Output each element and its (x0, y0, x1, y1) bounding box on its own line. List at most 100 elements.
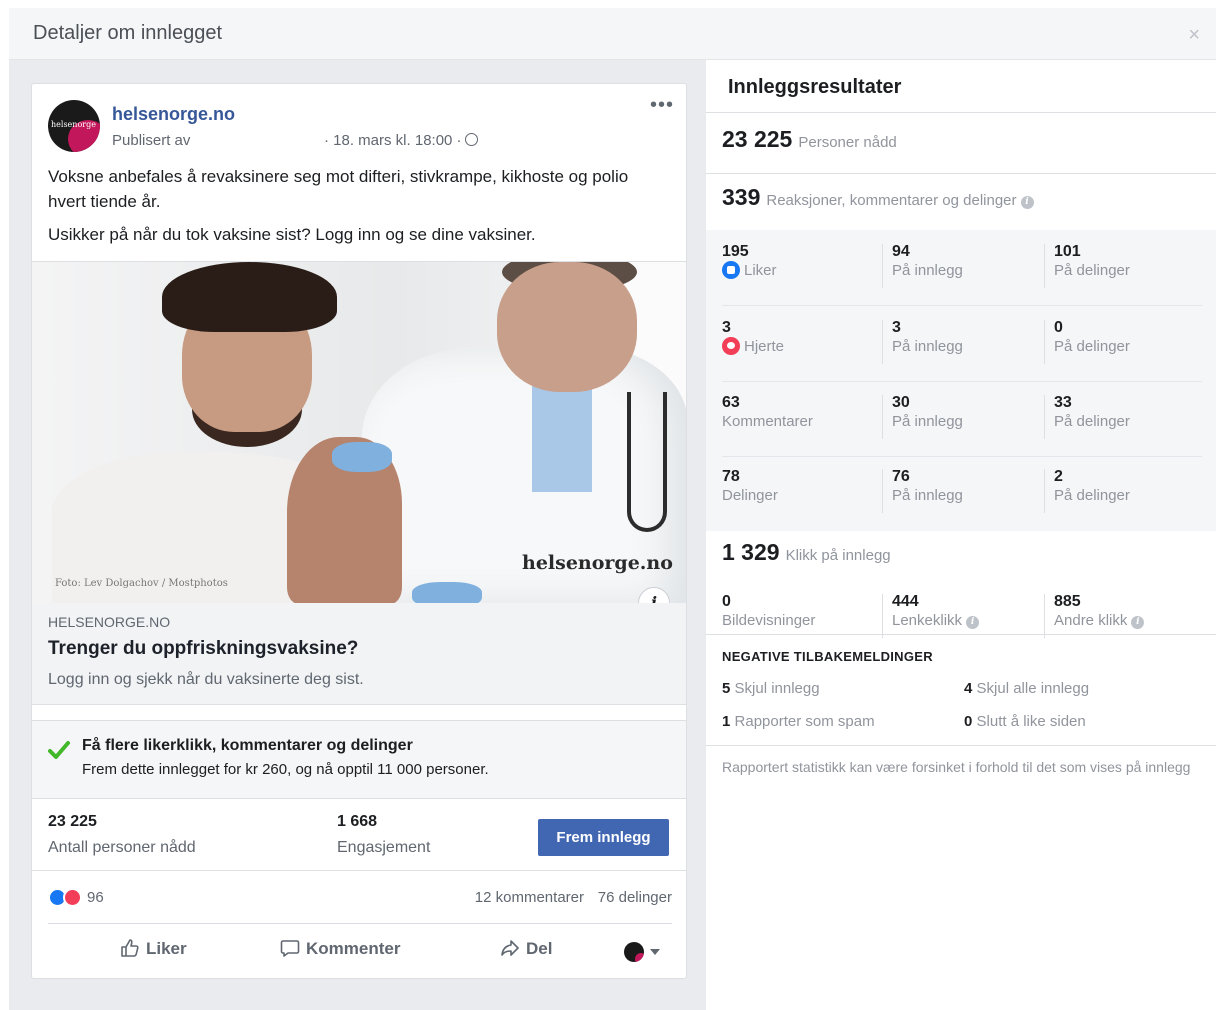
hide-post-value: 5 (722, 680, 731, 697)
shares-on-post-value: 76 (892, 468, 910, 485)
divider (722, 381, 1202, 382)
reaction-breakdown: 195 Liker 94 På innlegg 101 På delinger … (706, 230, 1216, 531)
comment-button[interactable]: Kommenter (280, 938, 400, 959)
comment-icon (280, 940, 300, 957)
hearts-on-shares-value: 0 (1054, 319, 1063, 336)
clicks-stat: 1 329 Klikk på innlegg (722, 539, 891, 566)
photo-views: 0 Bildevisninger (722, 592, 815, 630)
info-icon[interactable]: i (966, 616, 980, 629)
divider (882, 320, 883, 364)
divider (706, 634, 1216, 635)
spam-stat: 1 Rapporter som spam (722, 713, 875, 730)
close-icon[interactable]: × (1188, 24, 1200, 47)
page-avatar[interactable]: helsenorge (48, 100, 100, 152)
engagement-stat-value: 339 (722, 184, 761, 210)
likes-on-shares-value: 101 (1054, 243, 1081, 260)
comments-on-post-value: 30 (892, 394, 910, 411)
clicks-stat-value: 1 329 (722, 539, 780, 565)
post-card: helsenorge helsenorge.no Publisert av · … (31, 83, 687, 979)
link-preview[interactable]: HELSENORGE.NO Trenger du oppfriskningsva… (32, 603, 686, 705)
reach-label: Antall personer nådd (48, 839, 196, 856)
post-image[interactable]: Foto: Lev Dolgachov / Mostphotos helseno… (32, 261, 686, 603)
likes-label-text: Liker (744, 262, 777, 279)
reaction-count[interactable]: 96 (87, 889, 104, 906)
shares-on-post-label: På innlegg (892, 487, 963, 504)
shares-on-post: 76 På innlegg (892, 467, 963, 505)
comments-on-shares: 33 På delinger (1054, 393, 1130, 431)
hearts-on-shares: 0 På delinger (1054, 318, 1130, 356)
comment-count[interactable]: 12 kommentarer (475, 889, 584, 906)
other-clicks-label: Andre klikk i (1054, 611, 1145, 630)
post-date-text: · 18. mars kl. 18:00 · (324, 132, 462, 149)
link-title: Trenger du oppfriskningsvaksine? (48, 638, 359, 659)
info-icon[interactable]: i (1020, 196, 1034, 209)
comments-on-post: 30 På innlegg (892, 393, 963, 431)
likes-on-post: 94 På innlegg (892, 242, 963, 280)
other-clicks-label-text: Andre klikk (1054, 612, 1128, 629)
engagement-label: Engasjement (337, 839, 431, 856)
unlike-stat: 0 Slutt å like siden (964, 713, 1086, 730)
divider (32, 705, 686, 721)
divider (722, 305, 1202, 306)
boost-post-button[interactable]: Frem innlegg (538, 819, 669, 856)
globe-icon (464, 133, 478, 146)
likes-on-shares-label: På delinger (1054, 262, 1130, 279)
comment-button-label: Kommenter (306, 939, 401, 958)
divider (882, 594, 883, 638)
like-button[interactable]: Liker (120, 938, 187, 959)
post-timestamp[interactable]: · 18. mars kl. 18:00 · (324, 132, 478, 149)
like-button-label: Liker (146, 939, 187, 958)
photo-views-value: 0 (722, 593, 731, 610)
shares-on-shares-value: 2 (1054, 468, 1063, 485)
dialog-header: Detaljer om innlegget × (9, 8, 1216, 60)
post-message: Voksne anbefales å revaksinere seg mot d… (48, 164, 668, 255)
hearts-on-shares-label: På delinger (1054, 338, 1130, 355)
shares-total-label: Delinger (722, 487, 778, 504)
page-name-link[interactable]: helsenorge.no (112, 104, 235, 125)
share-count[interactable]: 76 delinger (598, 889, 672, 906)
share-arrow-icon (501, 940, 519, 956)
comments-total-label: Kommentarer (722, 413, 813, 430)
heart-reaction-icon[interactable] (63, 888, 82, 907)
post-text-paragraph: Voksne anbefales å revaksinere seg mot d… (48, 167, 629, 211)
engagement-value: 1 668 (337, 813, 378, 830)
reach-stat-value: 23 225 (722, 126, 793, 152)
unlike-label: Slutt å like siden (976, 713, 1086, 730)
more-options-icon[interactable]: ••• (650, 94, 674, 117)
page-selector-avatar[interactable] (624, 942, 644, 962)
image-doctor-shirt (532, 382, 592, 492)
comments-on-shares-label: På delinger (1054, 413, 1130, 430)
link-domain: HELSENORGE.NO (48, 614, 171, 630)
boost-subtitle: Frem dette innlegget for kr 260, og nå o… (82, 761, 489, 778)
divider (1044, 395, 1045, 439)
thumbs-up-icon (121, 939, 139, 957)
comments-total-value: 63 (722, 394, 740, 411)
chevron-down-icon[interactable] (650, 949, 660, 955)
divider (1044, 594, 1045, 638)
post-metrics: 23 225 Antall personer nådd 1 668 Engasj… (32, 799, 686, 871)
checkmark-icon (48, 741, 70, 759)
reach-value: 23 225 (48, 813, 97, 830)
info-icon[interactable]: i (1131, 616, 1145, 629)
link-clicks: 444 Lenkeklikk i (892, 592, 980, 630)
hide-all-label: Skjul alle innlegg (976, 680, 1090, 697)
heart-icon (722, 337, 740, 355)
reactions-summary: 96 12 kommentarer 76 delinger (32, 871, 686, 923)
avatar-logo-text: helsenorge (51, 120, 96, 129)
boost-suggestion: Få flere likerklikk, kommentarer og deli… (32, 721, 686, 799)
comments-total: 63 Kommentarer (722, 393, 813, 431)
hearts-on-post: 3 På innlegg (892, 318, 963, 356)
likes-on-post-value: 94 (892, 243, 910, 260)
link-description: Logg inn og sjekk når du vaksinerte deg … (48, 671, 364, 688)
dialog-title: Detaljer om innlegget (33, 22, 222, 44)
shares-total-value: 78 (722, 468, 740, 485)
engagement-stat-label: Reaksjoner, kommentarer og delinger (766, 192, 1017, 209)
other-clicks-value: 885 (1054, 593, 1081, 610)
hearts-on-post-value: 3 (892, 319, 901, 336)
reach-stat: 23 225 Personer nådd (722, 126, 897, 153)
hearts-on-post-label: På innlegg (892, 338, 963, 355)
share-button[interactable]: Del (500, 938, 552, 959)
stats-delay-note: Rapportert statistikk kan være forsinket… (722, 759, 1191, 775)
engagement-stat: 339 Reaksjoner, kommentarer og delinger i (722, 184, 1034, 211)
likes-total-value: 195 (722, 243, 749, 260)
